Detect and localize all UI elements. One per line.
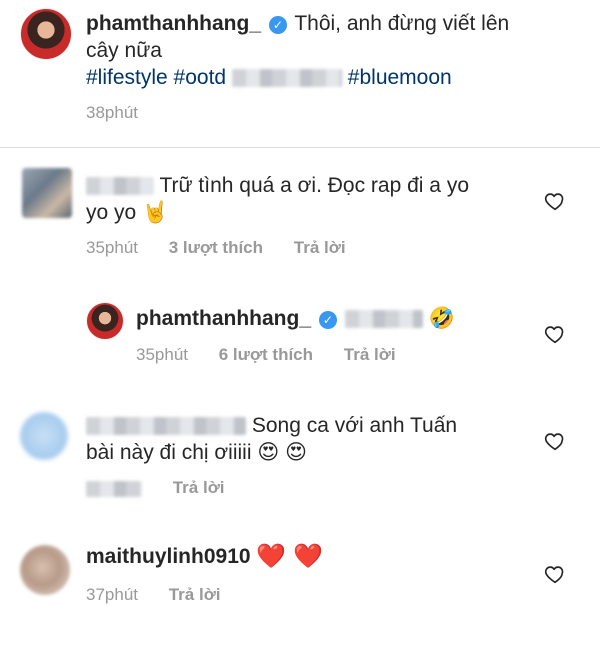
red-heart-emoji: ❤️ ❤️ [256, 543, 323, 571]
commenter-avatar[interactable] [20, 412, 68, 460]
reply-likes[interactable]: 6 lượt thích [219, 345, 313, 364]
rofl-emoji: 🤣 [428, 307, 455, 331]
commenter-avatar[interactable] [20, 545, 70, 595]
comment-text: maithuylinh0910 ❤️ ❤️ [86, 543, 526, 570]
comment-likes[interactable]: 3 lượt thích [169, 238, 263, 257]
blurred-time [86, 480, 142, 497]
rock-hand-emoji: 🤘 [142, 201, 169, 225]
verified-badge-icon: ✓ [318, 311, 337, 329]
hashtag-lifestyle[interactable]: #lifestyle [86, 66, 168, 89]
comment-line-2: bài này đi chị ơiiiii [86, 441, 252, 464]
reply-meta: 35phút 6 lượt thích Trả lời [136, 345, 422, 365]
commenter-username[interactable]: maithuylinh0910 [86, 545, 251, 568]
reply-button[interactable]: Trả lời [344, 345, 396, 364]
heart-outline-icon[interactable] [544, 563, 566, 585]
comment-line-2: yo yo [86, 201, 137, 224]
comment-line-1: Song ca với anh Tuấn [251, 414, 458, 437]
commenter-avatar[interactable] [22, 168, 72, 218]
heart-eyes-emoji: 😍 😍 [257, 441, 307, 465]
reply-time: 35phút [136, 345, 188, 364]
caption-meta: 38phút [86, 103, 164, 123]
blurred-hashtag [231, 69, 342, 88]
comment-meta: 35phút 3 lượt thích Trả lời [86, 238, 372, 258]
blurred-username [86, 177, 154, 196]
comment-meta: Trả lời [86, 478, 251, 498]
caption-line-2: cây nữa [86, 39, 162, 62]
heart-outline-icon[interactable] [544, 430, 566, 452]
caption-hashtags: #lifestyle #ootd #bluemoon [86, 64, 586, 91]
author-username[interactable]: phamthanhhang_ [86, 12, 261, 35]
reply-button[interactable]: Trả lời [173, 478, 225, 497]
heart-outline-icon[interactable] [544, 190, 566, 212]
blurred-username [86, 417, 246, 436]
hashtag-ootd[interactable]: #ootd [174, 66, 227, 89]
author-avatar[interactable] [20, 8, 72, 60]
reply-username[interactable]: phamthanhhang_ [136, 307, 311, 330]
heart-outline-icon[interactable] [544, 323, 566, 345]
verified-badge-icon: ✓ [268, 16, 287, 34]
comment-meta: 37phút Trả lời [86, 585, 247, 605]
comment-text: Trữ tình quá a ơi. Đọc rap đi a yo yo yo… [86, 172, 526, 226]
divider [0, 147, 600, 148]
comment-text: Song ca với anh Tuấn bài này đi chị ơiii… [86, 412, 526, 466]
comment-line-1: Trữ tình quá a ơi. Đọc rap đi a yo [159, 174, 469, 197]
comment-time: 37phút [86, 585, 138, 604]
caption-line-1: Thôi, anh đừng viết lên [294, 12, 510, 35]
reply-button[interactable]: Trả lời [294, 238, 346, 257]
comment-time: 35phút [86, 238, 138, 257]
reply-text: phamthanhhang_ ✓ 🤣 [136, 305, 536, 332]
reply-author-avatar[interactable] [86, 302, 124, 340]
caption-text: phamthanhhang_ ✓ Thôi, anh đừng viết lên… [86, 10, 586, 64]
caption-time: 38phút [86, 103, 138, 122]
blurred-mention [344, 310, 423, 329]
hashtag-bluemoon[interactable]: #bluemoon [348, 66, 452, 89]
post-caption: phamthanhhang_ ✓ Thôi, anh đừng viết lên… [0, 0, 600, 147]
reply-button[interactable]: Trả lời [169, 585, 221, 604]
